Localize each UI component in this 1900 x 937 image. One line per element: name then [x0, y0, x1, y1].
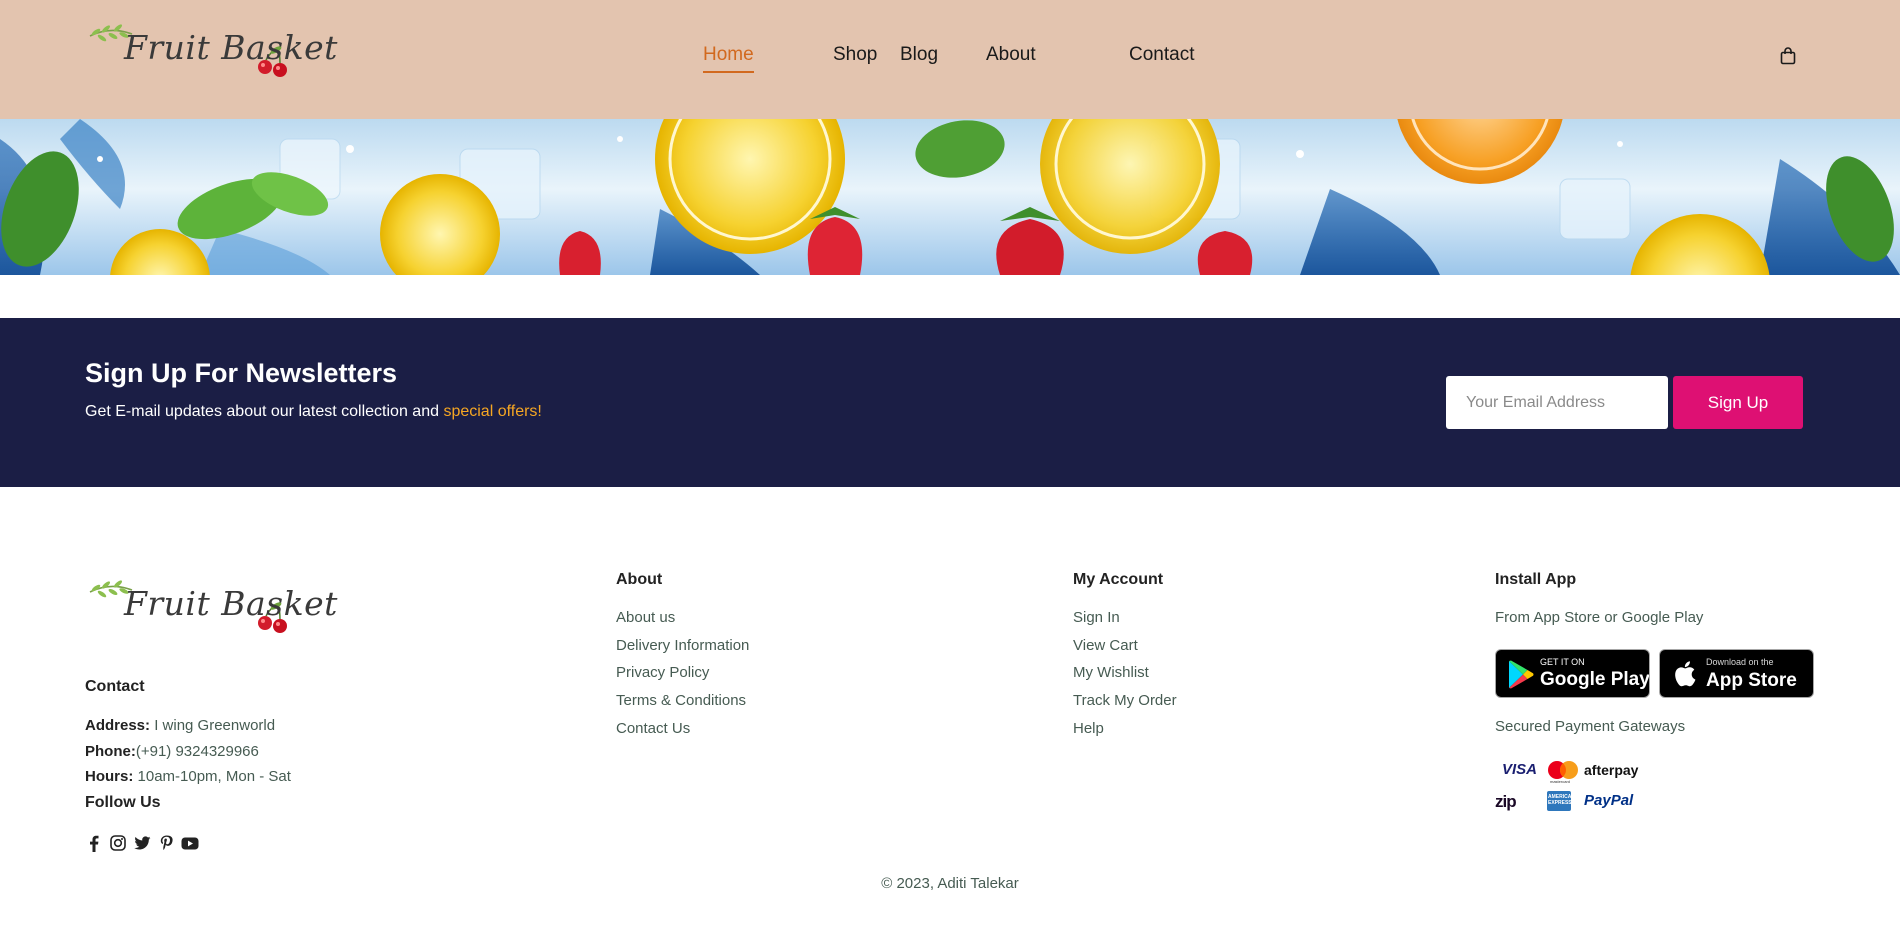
afterpay-logo: afterpay: [1584, 762, 1639, 778]
pinterest-icon[interactable]: [157, 834, 175, 852]
nav-shop[interactable]: Shop: [833, 44, 877, 66]
facebook-icon[interactable]: [85, 834, 103, 852]
footer-link-contact-us[interactable]: Contact Us: [616, 720, 690, 737]
copyright: © 2023, Aditi Talekar: [881, 875, 1019, 892]
logo[interactable]: Fruit Basket: [88, 22, 337, 92]
footer-phone: Phone:(+91) 9324329966: [85, 743, 259, 760]
footer-address: Address: I wing Greenworld: [85, 717, 275, 734]
hero-banner: [0, 119, 1900, 275]
newsletter-subtitle-text: Get E-mail updates about our latest coll…: [85, 403, 439, 420]
logo-text: Fruit Basket: [124, 28, 338, 67]
twitter-icon[interactable]: [133, 834, 151, 852]
install-app-heading: Install App: [1495, 571, 1577, 588]
fruit-splash-banner-image: [0, 119, 1900, 275]
phone-label: Phone:: [85, 743, 136, 760]
app-store-big-text: App Store: [1706, 670, 1797, 691]
newsletter-title: Sign Up For Newsletters: [85, 358, 398, 388]
google-play-small-text: GET IT ON: [1540, 657, 1585, 667]
nav-home[interactable]: Home: [703, 44, 754, 73]
hours-label: Hours:: [85, 768, 134, 785]
footer-link-my-wishlist[interactable]: My Wishlist: [1073, 664, 1149, 681]
footer-link-track-my-order[interactable]: Track My Order: [1073, 692, 1177, 709]
footer-link-delivery-information[interactable]: Delivery Information: [616, 637, 749, 654]
payment-gateways-heading: Secured Payment Gateways: [1495, 718, 1686, 735]
visa-logo: VISA: [1502, 761, 1538, 778]
app-store-small-text: Download on the: [1706, 657, 1774, 667]
follow-us-heading: Follow Us: [85, 794, 161, 811]
install-app-subtitle: From App Store or Google Play: [1495, 609, 1704, 626]
footer-contact-heading: Contact: [85, 678, 145, 695]
footer-link-terms-conditions[interactable]: Terms & Conditions: [616, 692, 746, 709]
shopping-bag-icon[interactable]: [1780, 47, 1796, 65]
newsletter-section: Sign Up For Newsletters Get E-mail updat…: [0, 318, 1900, 487]
nav-blog[interactable]: Blog: [900, 44, 938, 66]
footer-link-privacy-policy[interactable]: Privacy Policy: [616, 664, 709, 681]
site-header: Fruit Basket Home Shop Blog About Contac…: [0, 0, 1900, 119]
google-play-big-text: Google Play: [1540, 669, 1650, 690]
footer-hours: Hours: 10am-10pm, Mon - Sat: [85, 768, 291, 785]
footer-logo[interactable]: Fruit Basket: [88, 578, 337, 648]
instagram-icon[interactable]: [109, 834, 127, 852]
nav-about[interactable]: About: [986, 44, 1036, 66]
paypal-logo: PayPal: [1584, 792, 1634, 809]
mastercard-text: mastercard: [1550, 779, 1571, 784]
newsletter-subtitle: Get E-mail updates about our latest coll…: [85, 403, 542, 421]
amex-text: AMERICAN EXPRESS: [1548, 794, 1571, 806]
newsletter-email-input[interactable]: [1446, 376, 1668, 429]
footer-about-heading: About: [616, 571, 663, 588]
social-links: [85, 834, 205, 852]
address-label: Address:: [85, 717, 151, 734]
app-store-button[interactable]: Download on the App Store: [1659, 649, 1814, 698]
address-value: I wing Greenworld: [154, 717, 276, 734]
zip-logo: zip: [1495, 792, 1517, 811]
footer-link-sign-in[interactable]: Sign In: [1073, 609, 1120, 626]
mastercard-logo: mastercard: [1546, 760, 1580, 784]
footer-link-help[interactable]: Help: [1073, 720, 1104, 737]
footer-logo-text: Fruit Basket: [124, 584, 338, 623]
google-play-button[interactable]: GET IT ON Google Play: [1495, 649, 1650, 698]
phone-value: (+91) 9324329966: [135, 743, 259, 760]
newsletter-highlight: special offers!: [443, 403, 542, 420]
youtube-icon[interactable]: [181, 834, 199, 852]
footer-link-about-us[interactable]: About us: [616, 609, 675, 626]
footer-account-heading: My Account: [1073, 571, 1164, 588]
footer-link-view-cart[interactable]: View Cart: [1073, 637, 1138, 654]
google-play-icon: [1509, 660, 1534, 689]
apple-icon: [1675, 661, 1696, 687]
amex-logo: AMERICAN EXPRESS: [1547, 791, 1571, 811]
nav-contact[interactable]: Contact: [1129, 44, 1194, 66]
newsletter-signup-button[interactable]: Sign Up: [1673, 376, 1803, 429]
hours-value: 10am-10pm, Mon - Sat: [137, 768, 291, 785]
